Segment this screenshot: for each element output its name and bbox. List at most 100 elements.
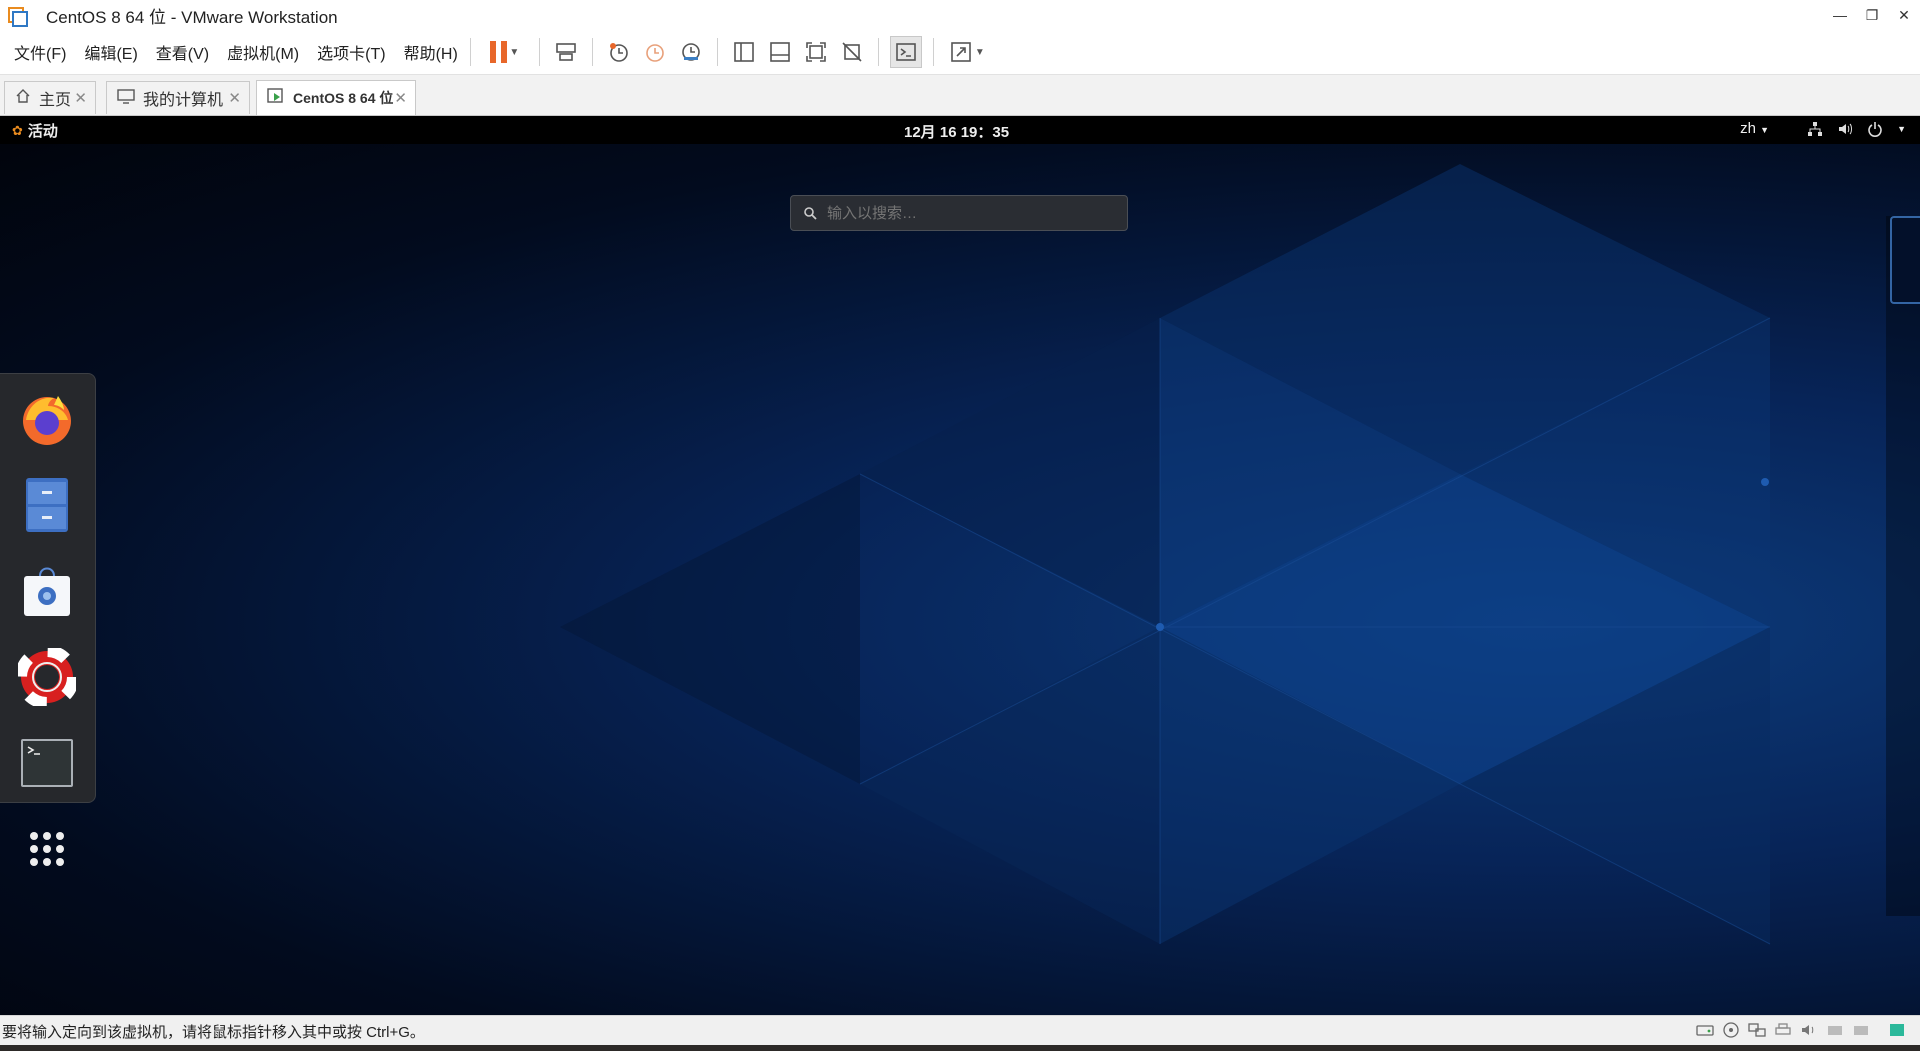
thumbnail-view-icon — [769, 42, 790, 62]
dash-firefox[interactable] — [18, 390, 76, 448]
snapshot-manager-button[interactable] — [676, 37, 706, 67]
device-status-icons — [1696, 1022, 1906, 1038]
usb-device-icon[interactable] — [1826, 1022, 1844, 1038]
tab-label: CentOS 8 64 位 — [293, 90, 394, 106]
close-button[interactable]: ✕ — [1888, 0, 1920, 30]
toolbar-separator — [538, 38, 540, 66]
toolbar-separator — [716, 38, 718, 66]
menu-tabs[interactable]: 选项卡(T) — [317, 40, 385, 64]
close-icon[interactable]: ✕ — [74, 89, 87, 107]
firefox-icon — [23, 396, 71, 445]
fullscreen-icon — [805, 42, 826, 62]
library-view-button[interactable] — [729, 37, 759, 67]
power-icon — [1868, 121, 1882, 137]
activities-icon: ✿ — [12, 122, 23, 138]
hard-disk-icon[interactable] — [1696, 1022, 1714, 1038]
menu-file[interactable]: 文件(F) — [14, 40, 66, 64]
tab-home[interactable]: 主页 ✕ — [4, 81, 96, 114]
vmware-app-icon — [6, 5, 28, 27]
stretch-icon — [951, 42, 971, 62]
clock[interactable]: 12月 16 19：35 — [904, 121, 1009, 142]
menu-view[interactable]: 查看(V) — [156, 40, 209, 64]
unity-button[interactable] — [837, 37, 867, 67]
message-icon[interactable] — [1888, 1022, 1906, 1038]
snapshot-icon — [609, 43, 628, 62]
input-method-label: zh — [1740, 120, 1756, 137]
minimize-button[interactable]: — — [1824, 0, 1856, 30]
pause-button[interactable]: ▼ — [482, 37, 528, 67]
send-ctrl-alt-del-icon — [555, 43, 576, 61]
taskbar-edge — [0, 1045, 1920, 1051]
toolbar-separator — [591, 38, 593, 66]
window-controls: — ❐ ✕ — [1824, 0, 1920, 30]
window-title: CentOS 8 64 位 - VMware Workstation — [46, 7, 338, 27]
status-message: 要将输入定向到该虚拟机，请将鼠标指针移入其中或按 Ctrl+G。 — [2, 1023, 425, 1041]
search-input[interactable] — [825, 203, 1109, 223]
thumbnail-view-button[interactable] — [765, 37, 795, 67]
overview-search-box[interactable] — [790, 195, 1128, 231]
files-icon — [26, 478, 68, 532]
menu-help[interactable]: 帮助(H) — [404, 40, 458, 64]
fullscreen-button[interactable] — [801, 37, 831, 67]
search-icon — [804, 207, 817, 220]
software-icon — [24, 567, 70, 616]
tab-label: 主页 — [39, 92, 72, 109]
chevron-down-icon: ▼ — [509, 46, 520, 58]
chevron-down-icon: ▼ — [974, 46, 985, 58]
menu-vm[interactable]: 虚拟机(M) — [227, 40, 299, 64]
computer-icon — [117, 88, 135, 109]
show-apps-icon — [30, 832, 64, 866]
workspace-thumbnail[interactable] — [1890, 216, 1920, 304]
network-icon — [1808, 121, 1823, 136]
tab-my-computer[interactable]: 我的计算机 ✕ — [106, 81, 250, 114]
snapshot-manager-icon — [681, 43, 700, 61]
tab-bar: 主页 ✕ 我的计算机 ✕ CentOS 8 64 位 ✕ — [0, 75, 1920, 116]
toolbar-separator — [877, 38, 879, 66]
restore-button[interactable]: ❐ — [1856, 0, 1888, 30]
close-icon[interactable]: ✕ — [228, 89, 241, 107]
toolbar-separator — [469, 38, 471, 66]
workspace-selector — [1886, 216, 1920, 916]
send-ctrl-alt-del-button[interactable] — [551, 37, 581, 67]
home-icon — [15, 88, 31, 109]
activities-label: 活动 — [27, 123, 58, 140]
menu-toolbar: 文件(F) 编辑(E) 查看(V) 虚拟机(M) 选项卡(T) 帮助(H) ▼ … — [0, 30, 1920, 75]
chevron-down-icon: ▼ — [1897, 123, 1906, 134]
gnome-overview[interactable] — [0, 144, 1920, 1015]
help-icon — [15, 645, 79, 709]
dash-software[interactable] — [18, 562, 76, 620]
display-icon[interactable] — [1852, 1022, 1870, 1038]
activities-button[interactable]: ✿ 活动 — [2, 120, 80, 146]
volume-icon — [1839, 123, 1853, 134]
terminal-icon — [21, 739, 73, 787]
cd-dvd-icon[interactable] — [1722, 1022, 1740, 1038]
unity-icon — [842, 42, 862, 62]
dash-terminal[interactable] — [18, 734, 76, 792]
revert-snapshot-button[interactable] — [640, 37, 670, 67]
close-icon[interactable]: ✕ — [394, 89, 407, 107]
tab-centos-vm[interactable]: CentOS 8 64 位 ✕ — [256, 80, 416, 115]
network-adapter-icon[interactable] — [1748, 1022, 1766, 1038]
chevron-down-icon: ▼ — [1760, 125, 1770, 135]
stretch-button[interactable]: ▼ — [945, 37, 989, 67]
dash — [0, 373, 96, 866]
snapshot-button[interactable] — [604, 37, 634, 67]
dash-help[interactable] — [15, 645, 79, 709]
console-view-button[interactable] — [889, 36, 922, 68]
printer-icon[interactable] — [1774, 1022, 1792, 1038]
tab-label: 我的计算机 — [143, 92, 224, 109]
system-tray[interactable]: zh ▼ ▼ — [1740, 120, 1906, 137]
dash-show-apps[interactable] — [18, 820, 76, 878]
pause-icon — [490, 41, 508, 63]
sound-card-icon[interactable] — [1800, 1022, 1818, 1038]
revert-snapshot-icon — [645, 44, 664, 62]
wallpaper-pattern — [560, 164, 1771, 945]
window-titlebar: CentOS 8 64 位 - VMware Workstation — ❐ ✕ — [0, 0, 1920, 30]
gnome-top-bar: ✿ 活动 12月 16 19：35 zh ▼ ▼ — [0, 116, 1920, 146]
toolbar-separator — [932, 38, 934, 66]
vm-running-icon — [267, 87, 285, 109]
input-method-indicator[interactable]: zh ▼ — [1740, 120, 1769, 137]
menu-edit[interactable]: 编辑(E) — [84, 40, 137, 64]
dash-files[interactable] — [18, 476, 76, 534]
vm-display[interactable]: ✿ 活动 12月 16 19：35 zh ▼ ▼ — [0, 116, 1920, 1015]
